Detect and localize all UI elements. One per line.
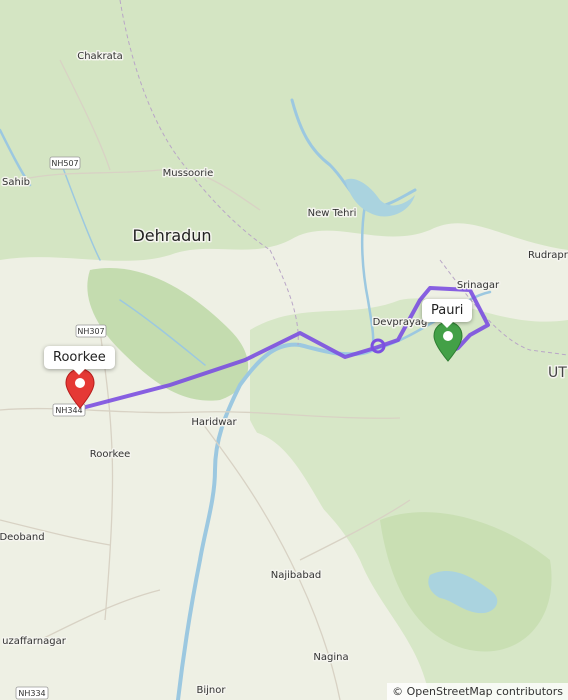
destination-popup-label: Pauri <box>431 303 464 318</box>
svg-text:NH507: NH507 <box>51 159 78 168</box>
place-label-srinagar: Srinagar <box>457 280 500 291</box>
road-shield-nh307: NH307 <box>75 324 107 338</box>
origin-popup-label: Roorkee <box>53 350 106 365</box>
place-label-chakrata: Chakrata <box>77 51 123 62</box>
place-label-sahib: Sahib <box>2 177 30 188</box>
road-shield-nh507: NH507 <box>49 156 81 170</box>
place-label-najibabad: Najibabad <box>271 570 321 581</box>
place-label-mussoorie: Mussoorie <box>163 168 214 179</box>
road-shield-nh334: NH334 <box>15 686 49 700</box>
destination-popup: Pauri <box>422 299 473 328</box>
place-label-nagina: Nagina <box>313 652 348 663</box>
place-label-deoband: Deoband <box>0 532 45 543</box>
place-label-rudrapr: Rudrapr <box>528 250 568 261</box>
place-label-ut: UT <box>548 365 567 381</box>
place-label-roorkee: Roorkee <box>90 449 131 460</box>
place-label-dehradun: Dehradun <box>132 226 211 245</box>
place-label-haridwar: Haridwar <box>191 417 237 428</box>
svg-text:NH344: NH344 <box>55 406 82 415</box>
place-label-bijnor: Bijnor <box>197 685 227 696</box>
map-view[interactable]: NH507 NH307 NH344 NH334 Chakrata Sahib M… <box>0 0 568 700</box>
place-label-devprayag: Devprayag <box>373 317 428 328</box>
origin-popup: Roorkee <box>44 346 115 375</box>
svg-text:NH307: NH307 <box>77 327 104 336</box>
attribution-text: © OpenStreetMap contributors <box>392 685 563 698</box>
place-label-uzaffarnagar: uzaffarnagar <box>2 636 67 647</box>
svg-text:NH334: NH334 <box>18 689 45 698</box>
map-attribution[interactable]: © OpenStreetMap contributors <box>387 683 568 700</box>
place-label-new-tehri: New Tehri <box>308 208 357 219</box>
